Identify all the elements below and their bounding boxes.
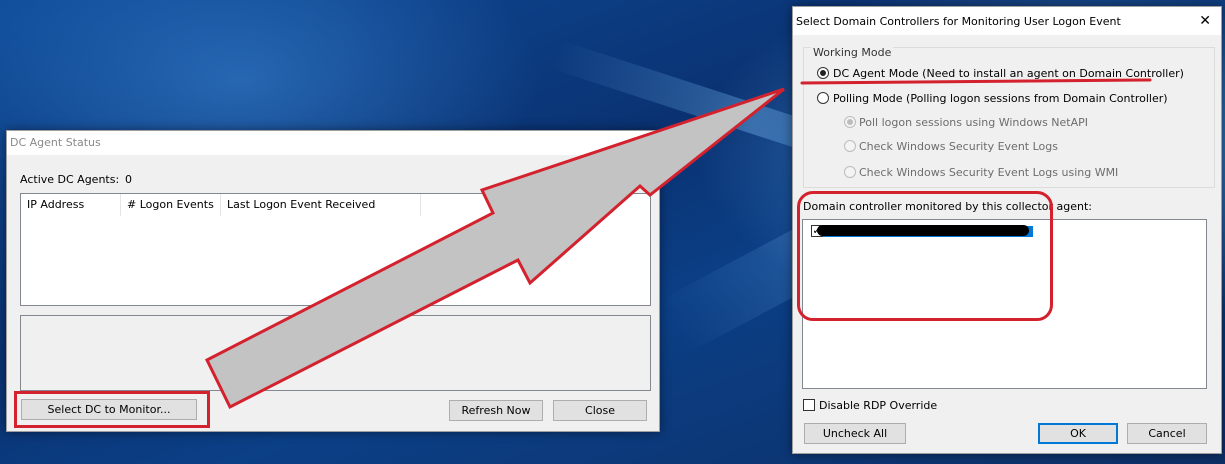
working-mode-label: Working Mode (811, 46, 894, 59)
ok-button[interactable]: OK (1038, 423, 1118, 444)
dc-agents-table[interactable]: IP Address # Logon Events Last Logon Eve… (20, 193, 651, 306)
radio-selected-dot (847, 119, 853, 125)
refresh-now-button[interactable]: Refresh Now (449, 400, 543, 421)
polling-mode-radio[interactable] (817, 92, 829, 104)
poll-netapi-radio[interactable] (844, 116, 856, 128)
polling-mode-label[interactable]: Polling Mode (Polling logon sessions fro… (833, 92, 1168, 105)
window-title: DC Agent Status (10, 136, 101, 149)
active-dc-agents-count: 0 (125, 173, 132, 186)
poll-netapi-label[interactable]: Poll logon sessions using Windows NetAPI (859, 116, 1088, 129)
dialog-title: Select Domain Controllers for Monitoring… (796, 15, 1121, 28)
disable-rdp-override-label[interactable]: Disable RDP Override (819, 399, 937, 412)
check-event-logs-wmi-label[interactable]: Check Windows Security Event Logs using … (859, 166, 1118, 179)
check-event-logs-label[interactable]: Check Windows Security Event Logs (859, 140, 1058, 153)
detail-panel (20, 315, 651, 391)
dc-agent-status-window: DC Agent Status Active DC Agents: 0 IP A… (6, 130, 660, 432)
dc-agent-mode-label[interactable]: DC Agent Mode (Need to install an agent … (833, 67, 1184, 80)
check-event-logs-radio[interactable] (844, 140, 856, 152)
close-button[interactable]: Close (553, 400, 647, 421)
title-bar: Select Domain Controllers for Monitoring… (793, 7, 1221, 35)
dc-list-highlight-box (797, 191, 1053, 321)
dc-agent-mode-radio[interactable] (817, 67, 829, 79)
column-header-logon-events[interactable]: # Logon Events (121, 194, 221, 216)
disable-rdp-override-checkbox[interactable] (803, 399, 815, 411)
uncheck-all-button[interactable]: Uncheck All (804, 423, 906, 444)
radio-selected-dot (820, 70, 826, 76)
column-header-ip-address[interactable]: IP Address (21, 194, 121, 216)
check-event-logs-wmi-radio[interactable] (844, 166, 856, 178)
cancel-button[interactable]: Cancel (1127, 423, 1207, 444)
close-icon[interactable]: ✕ (1199, 13, 1211, 29)
column-header-last-logon-event[interactable]: Last Logon Event Received (221, 194, 421, 216)
active-dc-agents-label: Active DC Agents: (20, 173, 120, 186)
select-dc-highlight-box (14, 391, 210, 428)
title-bar: DC Agent Status (7, 131, 659, 155)
